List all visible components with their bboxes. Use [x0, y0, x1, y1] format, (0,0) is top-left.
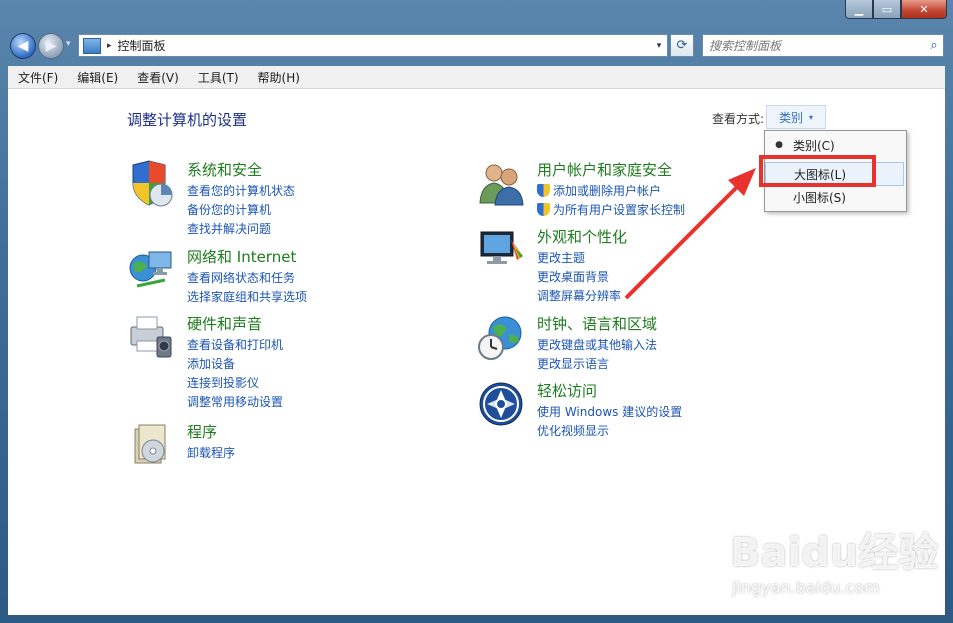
address-dropdown-icon[interactable]: ▾ [651, 41, 667, 51]
navigation-bar: ◀ ▶ ▾ ▸ 控制面板 ▾ ⟳ ⌕ [6, 30, 947, 60]
programs-box-icon[interactable] [127, 421, 175, 469]
refresh-button[interactable]: ⟳ [670, 34, 694, 57]
network-globe-icon[interactable] [127, 246, 175, 294]
appearance-monitor-icon[interactable] [477, 226, 525, 274]
menu-item-category[interactable]: ● 类别(C) [765, 134, 904, 156]
category-title[interactable]: 硬件和声音 [187, 313, 262, 334]
view-by-value: 类别 [778, 110, 803, 125]
link-change-input-method[interactable]: 更改键盘或其他输入法 [537, 335, 657, 354]
uac-shield-icon [537, 184, 550, 197]
category-title[interactable]: 时钟、语言和区域 [537, 313, 657, 334]
link-devices-printers[interactable]: 查看设备和打印机 [187, 335, 283, 354]
link-uninstall-program[interactable]: 卸载程序 [187, 443, 235, 462]
category-title[interactable]: 系统和安全 [187, 159, 262, 180]
menu-edit[interactable]: 编辑(E) [67, 69, 127, 86]
ease-of-access-icon[interactable] [477, 380, 525, 428]
dropdown-arrow-icon: ▾ [809, 112, 814, 122]
link-recommended-settings[interactable]: 使用 Windows 建议的设置 [537, 402, 682, 421]
menu-item-small-icons[interactable]: 小图标(S) [765, 186, 904, 208]
link-add-device[interactable]: 添加设备 [187, 354, 283, 373]
view-by-dropdown[interactable]: 类别 ▾ [766, 105, 826, 129]
address-bar[interactable]: ▸ 控制面板 ▾ [78, 34, 668, 57]
menu-item-label: 类别(C) [793, 138, 835, 153]
control-panel-window: ▁ ▭ ✕ ◀ ▶ ▾ ▸ 控制面板 ▾ ⟳ ⌕ 文件(F) 编辑(E) 查看(… [0, 0, 953, 623]
watermark-url: jingyan.baidu.com [732, 578, 880, 597]
page-title: 调整计算机的设置 [127, 111, 248, 129]
back-button[interactable]: ◀ [10, 33, 36, 59]
link-desktop-background[interactable]: 更改桌面背景 [537, 267, 621, 286]
forward-button[interactable]: ▶ [38, 33, 64, 59]
link-connect-projector[interactable]: 连接到投影仪 [187, 373, 283, 392]
minimize-button[interactable]: ▁ [845, 0, 873, 19]
uac-shield-icon [537, 203, 550, 216]
link-display-language[interactable]: 更改显示语言 [537, 354, 657, 373]
annotation-highlight-box [759, 155, 876, 187]
menu-item-label: 小图标(S) [793, 190, 846, 205]
menu-tools[interactable]: 工具(T) [188, 69, 248, 86]
link-parental-controls[interactable]: 为所有用户设置家长控制 [537, 200, 685, 219]
link-screen-resolution[interactable]: 调整屏幕分辨率 [537, 286, 621, 305]
link-change-theme[interactable]: 更改主题 [537, 248, 621, 267]
link-label[interactable]: 添加或删除用户帐户 [553, 182, 661, 199]
printer-icon[interactable] [127, 313, 175, 361]
link-add-remove-accounts[interactable]: 添加或删除用户帐户 [537, 181, 685, 200]
view-by-label: 查看方式: [712, 112, 765, 126]
link-network-status[interactable]: 查看网络状态和任务 [187, 268, 307, 287]
link-mobility-settings[interactable]: 调整常用移动设置 [187, 392, 283, 411]
breadcrumb-separator-icon[interactable]: ▸ [107, 41, 112, 51]
clock-globe-icon[interactable] [477, 313, 525, 361]
selected-radio-icon: ● [775, 140, 783, 150]
category-title[interactable]: 网络和 Internet [187, 246, 296, 267]
watermark-logo-text: Baidu经验 [730, 530, 939, 576]
search-box[interactable]: ⌕ [702, 34, 944, 57]
control-panel-icon [83, 37, 101, 54]
link-backup-computer[interactable]: 备份您的计算机 [187, 200, 295, 219]
shield-icon[interactable] [127, 159, 175, 207]
category-title[interactable]: 程序 [187, 421, 217, 442]
menu-bar: 文件(F) 编辑(E) 查看(V) 工具(T) 帮助(H) [8, 66, 945, 89]
breadcrumb-control-panel[interactable]: 控制面板 [118, 37, 166, 54]
link-homegroup-sharing[interactable]: 选择家庭组和共享选项 [187, 287, 307, 306]
recent-pages-chevron-icon[interactable]: ▾ [66, 39, 71, 49]
search-input[interactable] [703, 37, 925, 54]
category-title[interactable]: 轻松访问 [537, 380, 597, 401]
link-view-computer-status[interactable]: 查看您的计算机状态 [187, 181, 295, 200]
users-icon[interactable] [477, 159, 525, 207]
link-label[interactable]: 为所有用户设置家长控制 [553, 201, 685, 218]
category-title[interactable]: 外观和个性化 [537, 226, 627, 247]
baidu-watermark: Baidu经验 jingyan.baidu.com [730, 520, 938, 597]
link-optimize-video[interactable]: 优化视频显示 [537, 421, 682, 440]
caption-buttons: ▁ ▭ ✕ [845, 0, 947, 19]
close-button[interactable]: ✕ [901, 0, 947, 19]
menu-file[interactable]: 文件(F) [8, 69, 67, 86]
menu-view[interactable]: 查看(V) [127, 69, 188, 86]
menu-help[interactable]: 帮助(H) [248, 69, 309, 86]
category-title[interactable]: 用户帐户和家庭安全 [537, 159, 672, 180]
search-icon[interactable]: ⌕ [925, 38, 943, 53]
link-troubleshoot[interactable]: 查找并解决问题 [187, 219, 295, 238]
maximize-button[interactable]: ▭ [873, 0, 901, 19]
